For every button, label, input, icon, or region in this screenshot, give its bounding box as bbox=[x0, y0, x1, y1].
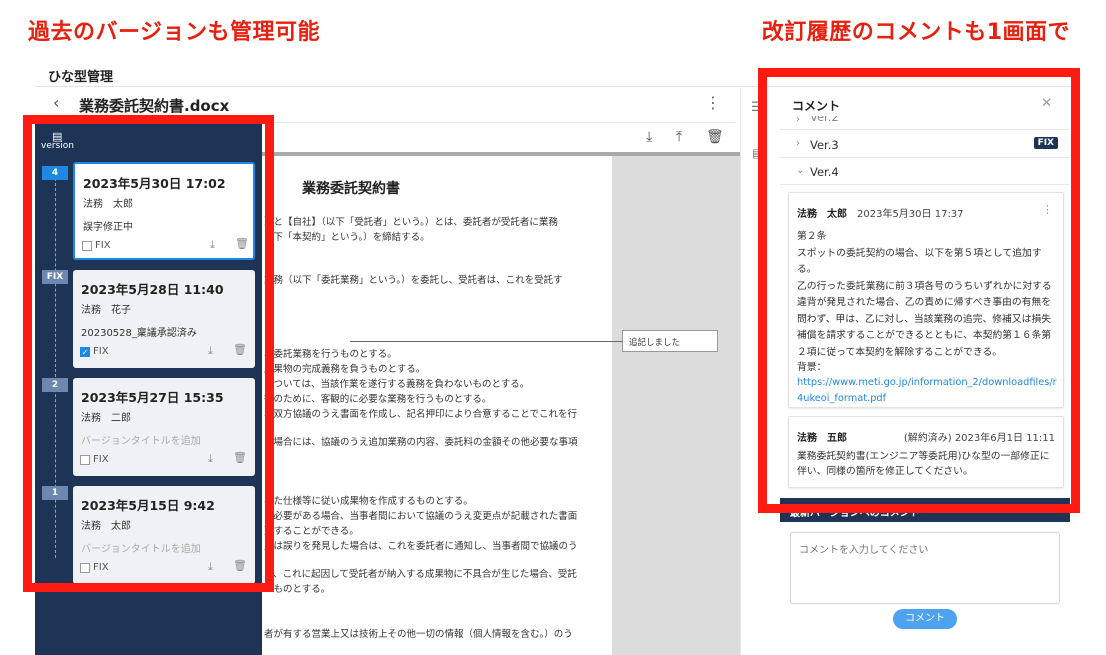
document-line: 、委託業務を行うものとする。 bbox=[264, 349, 397, 360]
document-line: る必要がある場合、当事者間において協議のうえ変更点が記載された書面 bbox=[264, 511, 578, 522]
delete-icon[interactable]: 🗑 bbox=[706, 129, 724, 145]
download-icon[interactable]: ⤓ bbox=[646, 129, 652, 145]
document-line: 更することができる。 bbox=[264, 526, 359, 537]
document-line: 成果物の完成義務を負うものとする。 bbox=[264, 364, 426, 375]
document-toolbar: ⤓ ⤒ 🗑 bbox=[262, 122, 735, 154]
document-line: 者が有する営業上又は技術上その他一切の情報（個人情報を含む。）のう bbox=[264, 629, 573, 640]
chevron-left-icon[interactable]: ‹ bbox=[53, 93, 59, 112]
document-line: 又は誤りを発見した場合は、これを委託者に通知し、当事者間で協議のう bbox=[264, 541, 578, 552]
annotation-connector bbox=[350, 341, 623, 342]
document-line: る場合には、協議のうえ追加業務の内容、委託料の金額その他必要な事項 bbox=[264, 437, 578, 448]
document-title: 業務委託契約書 bbox=[302, 181, 400, 197]
caption-right: 改訂履歴のコメントも1画面で bbox=[761, 20, 1070, 45]
comment-input[interactable] bbox=[790, 532, 1060, 604]
document-line: ）と【自社】（以下「受託者」という。）とは、委託者が受託者に業務 bbox=[264, 217, 558, 228]
document-line: 以下「本契約」という。）を締結する。 bbox=[264, 232, 430, 243]
document-filename: 業務委託契約書.docx bbox=[79, 97, 230, 115]
document-line: 、双方協議のうえ書面を作成し、記名押印により合意することでこれを行 bbox=[264, 409, 578, 420]
app-title: ひな型管理 bbox=[48, 70, 114, 85]
document-preview: 業務委託契約書 ）と【自社】（以下「受託者」という。）とは、委託者が受託者に業務… bbox=[262, 152, 740, 655]
comment-submit-button[interactable]: コメント bbox=[893, 609, 957, 629]
annotation-note[interactable]: 追記しました bbox=[622, 330, 718, 352]
more-vert-icon[interactable]: ⋮ bbox=[705, 93, 721, 112]
document-line: については、当該作業を遂行する義務を負わないものとする。 bbox=[264, 379, 530, 390]
document-line: り、これに起因して受託者が納入する成果物に不具合が生じた場合、受託 bbox=[264, 569, 577, 580]
document-line: いものとする。 bbox=[264, 584, 331, 595]
upload-icon[interactable]: ⤒ bbox=[676, 129, 682, 145]
document-line: 業務（以下「委託業務」という。）を委託し、受託者は、これを受託す bbox=[264, 275, 563, 286]
document-line: 行のために、客観的に必要な業務を行うものとする。 bbox=[264, 394, 492, 405]
caption-left: 過去のバージョンも管理可能 bbox=[28, 20, 321, 45]
document-line: めた仕様等に従い成果物を作成するものとする。 bbox=[264, 496, 473, 507]
comment-highlight-box bbox=[758, 68, 1080, 513]
document-page: 業務委託契約書 ）と【自社】（以下「受託者」という。）とは、委託者が受託者に業務… bbox=[262, 156, 612, 655]
version-highlight-box bbox=[23, 115, 274, 592]
